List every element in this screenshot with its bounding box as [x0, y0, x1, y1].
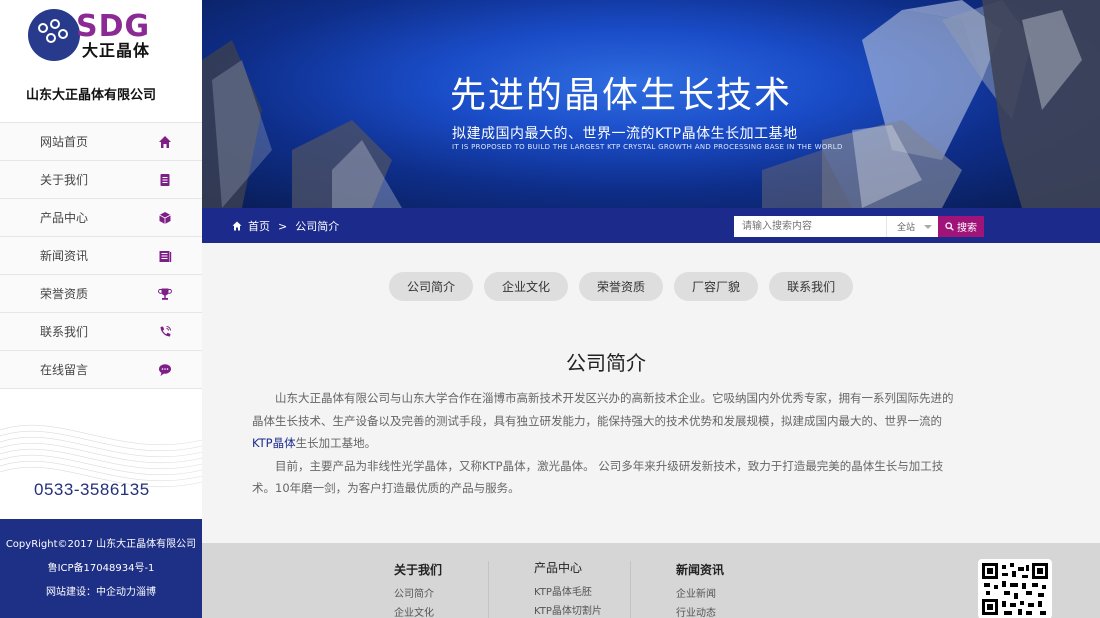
footer-link[interactable]: KTP晶体切割片	[534, 602, 602, 618]
cube-icon	[159, 212, 171, 224]
article-body: 山东大正晶体有限公司与山东大学合作在淄博市高新技术开发区兴办的高新技术企业。它吸…	[252, 387, 962, 500]
ktp-link[interactable]: KTP晶体	[252, 436, 296, 450]
decorative-wave	[0, 424, 202, 488]
copyright-text: CopyRight©2017 山东大正晶体有限公司	[5, 539, 197, 550]
footer-divider	[488, 561, 489, 618]
tab-culture[interactable]: 企业文化	[484, 272, 569, 301]
sidebar: SDG 大正晶体 山东大正晶体有限公司 网站首页 关于我们 产品中心 新闻资讯	[0, 0, 202, 618]
banner-subtitle-en: IT IS PROPOSED TO BUILD THE LARGEST KTP …	[452, 143, 843, 151]
main-content: 公司简介 企业文化 荣誉资质 厂容厂貌 联系我们 公司简介 山东大正晶体有限公司…	[202, 243, 1100, 543]
breadcrumb-current[interactable]: 公司简介	[295, 218, 339, 234]
footer-link[interactable]: 公司简介	[394, 585, 442, 604]
breadcrumb-home[interactable]: 首页	[248, 218, 270, 234]
sidebar-item-label: 关于我们	[40, 173, 89, 187]
footer-link[interactable]: 企业文化	[394, 604, 442, 618]
logo-cn-text: 大正晶体	[82, 41, 151, 60]
footer-heading[interactable]: 产品中心	[534, 559, 602, 576]
sidebar-item-about[interactable]: 关于我们	[0, 161, 202, 199]
footer-link[interactable]: 企业新闻	[676, 585, 724, 604]
breadcrumb-bar: 首页 > 公司简介 全站 搜索	[202, 208, 1100, 243]
phone-icon	[160, 326, 171, 337]
search-input[interactable]	[734, 216, 886, 237]
company-name: 山东大正晶体有限公司	[25, 88, 156, 103]
sidebar-item-message[interactable]: 在线留言	[0, 351, 202, 389]
search-button[interactable]: 搜索	[938, 216, 984, 237]
search-button-label: 搜索	[957, 223, 977, 234]
sidebar-item-label: 在线留言	[40, 363, 89, 377]
search-scope-select[interactable]: 全站	[886, 216, 938, 237]
sidebar-item-label: 联系我们	[40, 325, 89, 339]
qr-code	[978, 559, 1052, 618]
banner-subtitle: 拟建成国内最大的、世界一流的KTP晶体生长加工基地	[452, 126, 798, 142]
sidebar-item-label: 荣誉资质	[40, 287, 89, 301]
breadcrumb-separator: >	[278, 219, 288, 233]
paragraph-text: 生长加工基地。	[295, 436, 377, 450]
logo-text: SDG	[76, 9, 151, 44]
sidebar-footer: CopyRight©2017 山东大正晶体有限公司 鲁ICP备17048934号…	[0, 519, 202, 618]
qr-code-image	[982, 563, 1048, 615]
icp-link[interactable]: 鲁ICP备17048934号-1	[0, 557, 202, 581]
footer-column-news: 新闻资讯 企业新闻 行业动态	[676, 561, 724, 618]
search-icon	[945, 222, 954, 231]
logo-emblem	[28, 9, 80, 61]
tab-contact[interactable]: 联系我们	[769, 272, 854, 301]
footer-divider	[630, 561, 631, 618]
search-scope-label: 全站	[897, 223, 916, 233]
footer-link[interactable]: 行业动态	[676, 604, 724, 618]
paragraph: 目前，主要产品为非线性光学晶体，又称KTP晶体，激光晶体。 公司多年来升级研发新…	[252, 458, 944, 496]
footer-heading[interactable]: 关于我们	[394, 561, 442, 578]
footer-column-about: 关于我们 公司简介 企业文化	[394, 561, 442, 618]
tab-honors[interactable]: 荣誉资质	[579, 272, 664, 301]
footer-heading[interactable]: 新闻资讯	[676, 561, 724, 578]
sidebar-item-news[interactable]: 新闻资讯	[0, 237, 202, 275]
phone-number: 0533-3586135	[34, 480, 150, 499]
sidebar-item-products[interactable]: 产品中心	[0, 199, 202, 237]
breadcrumb: 首页 > 公司简介	[232, 218, 339, 234]
trophy-icon	[158, 288, 172, 300]
section-tabs: 公司简介 企业文化 荣誉资质 厂容厂貌 联系我们	[389, 272, 854, 301]
chat-icon	[159, 364, 171, 376]
paragraph: 山东大正晶体有限公司与山东大学合作在淄博市高新技术开发区兴办的高新技术企业。它吸…	[252, 387, 962, 455]
tab-company-profile[interactable]: 公司简介	[389, 272, 474, 301]
sidebar-item-label: 产品中心	[40, 211, 89, 225]
page: SDG 大正晶体 山东大正晶体有限公司 网站首页 关于我们 产品中心 新闻资讯	[0, 0, 1100, 618]
tab-factory[interactable]: 厂容厂貌	[674, 272, 759, 301]
sidebar-item-honors[interactable]: 荣誉资质	[0, 275, 202, 313]
footer: 关于我们 公司简介 企业文化 产品中心 KTP晶体毛胚 KTP晶体切割片 新闻资…	[202, 543, 1100, 618]
search-bar: 全站 搜索	[734, 216, 984, 237]
sidebar-item-home[interactable]: 网站首页	[0, 123, 202, 161]
home-icon	[232, 221, 242, 231]
paragraph-text: 山东大正晶体有限公司与山东大学合作在淄博市高新技术开发区兴办的高新技术企业。它吸…	[252, 391, 954, 428]
page-title: 公司简介	[566, 351, 646, 375]
footer-link[interactable]: KTP晶体毛胚	[534, 583, 602, 602]
sidebar-item-contact[interactable]: 联系我们	[0, 313, 202, 351]
banner-title: 先进的晶体生长技术	[450, 75, 793, 116]
logo[interactable]: SDG 大正晶体	[28, 6, 154, 66]
sidebar-item-label: 新闻资讯	[40, 249, 89, 263]
footer-column-products: 产品中心 KTP晶体毛胚 KTP晶体切割片	[534, 559, 602, 618]
news-icon	[159, 251, 172, 262]
sidebar-item-label: 网站首页	[40, 135, 89, 149]
sidebar-nav: 网站首页 关于我们 产品中心 新闻资讯 荣誉资质 联系我们 在线留言	[0, 122, 202, 389]
document-icon	[160, 174, 170, 186]
hero-banner: 先进的晶体生长技术 拟建成国内最大的、世界一流的KTP晶体生长加工基地 IT I…	[202, 0, 1100, 208]
built-by-text: 网站建设：中企动力淄博	[46, 587, 156, 598]
chevron-down-icon	[924, 225, 932, 229]
home-icon	[159, 136, 171, 148]
